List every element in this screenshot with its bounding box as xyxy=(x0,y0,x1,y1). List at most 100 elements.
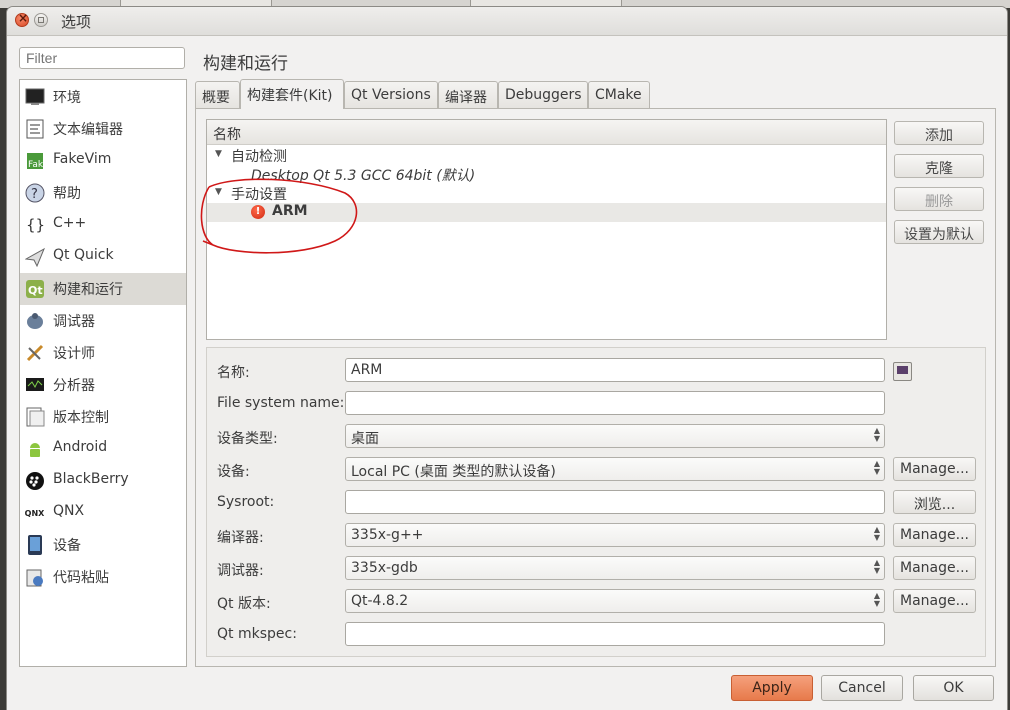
nav-item-qt-quick[interactable]: Qt Quick xyxy=(20,241,186,273)
nav-item-build-run[interactable]: Qt 构建和运行 xyxy=(20,273,186,305)
fs-name-label: File system name: xyxy=(217,395,345,411)
spin-arrows-icon: ▲ ▼ xyxy=(873,525,880,542)
nav-item-label: Android xyxy=(53,439,108,455)
nav-item-help[interactable]: ? 帮助 xyxy=(20,177,186,209)
text-editor-icon xyxy=(24,119,45,139)
tree-row-auto-detected[interactable]: ▼ 自动检测 xyxy=(207,146,886,165)
compiler-value: 335x-g++ xyxy=(351,527,424,543)
sysroot-field[interactable] xyxy=(345,490,885,514)
nav-item-label: 分析器 xyxy=(53,378,95,394)
tab-overview[interactable]: 概要 xyxy=(195,81,240,108)
tree-group-label: 自动检测 xyxy=(231,149,287,165)
nav-item-analyzer[interactable]: 分析器 xyxy=(20,369,186,401)
paper-plane-icon xyxy=(24,247,45,267)
browse-sysroot-button[interactable]: 浏览... xyxy=(893,490,976,514)
tab-cmake[interactable]: CMake xyxy=(588,81,650,108)
device-type-label: 设备类型: xyxy=(217,431,278,447)
nav-item-environment[interactable]: 环境 xyxy=(20,81,186,113)
clone-kit-button[interactable]: 克隆 xyxy=(894,154,984,178)
red-annotation-circle xyxy=(200,178,358,254)
tab-compilers[interactable]: 编译器 xyxy=(438,81,498,108)
column-name-header: 名称 xyxy=(213,127,241,143)
nav-item-blackberry[interactable]: BlackBerry xyxy=(20,465,186,497)
nav-item-designer[interactable]: 设计师 xyxy=(20,337,186,369)
nav-item-version-control[interactable]: 版本控制 xyxy=(20,401,186,433)
tab-kits[interactable]: 构建套件(Kit) xyxy=(240,79,344,109)
nav-item-text-editor[interactable]: 文本编辑器 xyxy=(20,113,186,145)
braces-icon: {} xyxy=(24,215,45,235)
qt-version-select[interactable]: Qt-4.8.2 ▲ ▼ xyxy=(345,589,885,613)
nav-item-devices[interactable]: 设备 xyxy=(20,529,186,561)
nav-item-label: 代码粘贴 xyxy=(53,570,109,586)
nav-item-qnx[interactable]: QNX QNX xyxy=(20,497,186,529)
nav-item-label: 环境 xyxy=(53,90,81,106)
build-run-icon: Qt xyxy=(24,279,45,299)
options-dialog: 选项 环境 文本编辑器 Fake FakeVim ? 帮助 {} C++ Qt … xyxy=(7,7,1007,710)
qt-version-value: Qt-4.8.2 xyxy=(351,593,409,609)
nav-item-label: 构建和运行 xyxy=(53,282,123,298)
nav-item-label: 设计师 xyxy=(53,346,95,362)
device-icon xyxy=(24,535,45,555)
fakevim-icon: Fake xyxy=(24,151,45,171)
spin-arrows-icon: ▲ ▼ xyxy=(873,558,880,575)
maximize-icon[interactable] xyxy=(34,13,48,27)
debugger-icon xyxy=(24,311,45,331)
svg-text:{}: {} xyxy=(26,216,45,234)
nav-item-label: Qt Quick xyxy=(53,247,114,263)
ok-button[interactable]: OK xyxy=(913,675,994,701)
debugger-value: 335x-gdb xyxy=(351,560,418,576)
page-title: 构建和运行 xyxy=(203,54,288,74)
tab-debuggers[interactable]: Debuggers xyxy=(498,81,588,108)
nav-item-label: C++ xyxy=(53,215,87,231)
nav-item-fakevim[interactable]: Fake FakeVim xyxy=(20,145,186,177)
expand-triangle-icon[interactable]: ▼ xyxy=(215,149,222,159)
version-control-icon xyxy=(24,407,45,427)
nav-item-label: QNX xyxy=(53,503,85,519)
debugger-label: 调试器: xyxy=(217,563,264,579)
compiler-select[interactable]: 335x-g++ ▲ ▼ xyxy=(345,523,885,547)
nav-item-label: 版本控制 xyxy=(53,410,109,426)
manage-device-button[interactable]: Manage... xyxy=(893,457,976,481)
manage-debugger-button[interactable]: Manage... xyxy=(893,556,976,580)
remove-kit-button[interactable]: 删除 xyxy=(894,187,984,211)
android-icon xyxy=(24,439,45,459)
cancel-button[interactable]: Cancel xyxy=(821,675,903,701)
nav-item-debugger[interactable]: 调试器 xyxy=(20,305,186,337)
close-icon[interactable] xyxy=(15,11,29,27)
apply-button[interactable]: Apply xyxy=(731,675,813,701)
tree-header: 名称 xyxy=(207,120,886,145)
mkspec-field[interactable] xyxy=(345,622,885,646)
qt-version-label: Qt 版本: xyxy=(217,596,271,612)
nav-item-code-paste[interactable]: 代码粘贴 xyxy=(20,561,186,593)
svg-text:Fake: Fake xyxy=(28,160,45,170)
debugger-select[interactable]: 335x-gdb ▲ ▼ xyxy=(345,556,885,580)
device-type-select[interactable]: 桌面 ▲ ▼ xyxy=(345,424,885,448)
svg-text:?: ? xyxy=(31,187,38,202)
name-label: 名称: xyxy=(217,365,250,381)
fs-name-field[interactable] xyxy=(345,391,885,415)
name-field[interactable]: ARM xyxy=(345,358,885,382)
filter-input[interactable] xyxy=(19,47,185,69)
window-title: 选项 xyxy=(61,13,92,31)
tab-qt-versions[interactable]: Qt Versions xyxy=(344,81,438,108)
device-select[interactable]: Local PC (桌面 类型的默认设备) ▲ ▼ xyxy=(345,457,885,481)
manage-compiler-button[interactable]: Manage... xyxy=(893,523,976,547)
manage-qt-version-button[interactable]: Manage... xyxy=(893,589,976,613)
device-label: 设备: xyxy=(217,464,250,480)
add-kit-button[interactable]: 添加 xyxy=(894,121,984,145)
nav-item-label: 文本编辑器 xyxy=(53,122,123,138)
kit-details: 名称: ARM File system name: 设备类型: 桌面 ▲ ▼ 设备:… xyxy=(206,347,986,657)
title-bar: 选项 xyxy=(7,7,1007,36)
category-list: 环境 文本编辑器 Fake FakeVim ? 帮助 {} C++ Qt Qui… xyxy=(19,79,187,667)
svg-text:Qt: Qt xyxy=(28,284,43,297)
nav-item-cpp[interactable]: {} C++ xyxy=(20,209,186,241)
blackberry-icon xyxy=(24,471,45,491)
spin-arrows-icon: ▲ ▼ xyxy=(873,426,880,443)
designer-icon xyxy=(24,343,45,363)
nav-item-android[interactable]: Android xyxy=(20,433,186,465)
nav-item-label: FakeVim xyxy=(53,151,112,167)
make-default-button[interactable]: 设置为默认 xyxy=(894,220,984,244)
kit-icon-button[interactable] xyxy=(893,362,912,381)
nav-item-label: 调试器 xyxy=(53,314,95,330)
nav-item-label: 帮助 xyxy=(53,186,81,202)
